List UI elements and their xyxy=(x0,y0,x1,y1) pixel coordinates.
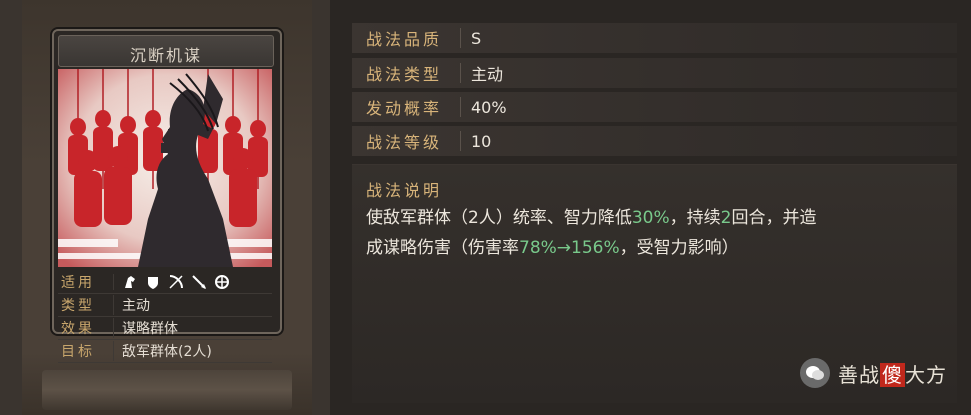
desc-highlight: 2 xyxy=(720,208,732,228)
description-line-2: 成谋略伤害（伤害率78%→156%，受智力影响） xyxy=(366,233,956,263)
watermark: 善战傻大方 xyxy=(800,358,947,388)
prop-label: 战法等级 xyxy=(366,133,443,152)
prop-value: S xyxy=(471,28,482,48)
tactic-artwork xyxy=(58,69,272,267)
prop-row-quality: 战法品质 S xyxy=(352,23,957,53)
wm-text-a: 善战 xyxy=(838,362,880,387)
tactic-card: 沉断机谋 适用 类型 主动 效果 谋略群体 目标 敌军群体(2人) xyxy=(52,29,282,363)
tactic-artwork-svg xyxy=(58,69,272,267)
prop-row-level: 战法等级 10 xyxy=(352,126,957,156)
card-title: 沉断机谋 xyxy=(129,46,202,65)
scroll-roll xyxy=(42,370,292,410)
spear-icon xyxy=(192,275,206,289)
card-title-bar: 沉断机谋 xyxy=(58,35,274,67)
card-row-value: 敌军群体(2人) xyxy=(113,341,272,361)
prop-label: 发动概率 xyxy=(366,99,443,118)
applicable-troop-icons xyxy=(113,274,272,290)
card-row-label: 效果 xyxy=(61,321,95,337)
desc-text-segment: ，持续 xyxy=(669,208,721,228)
card-row-target: 目标 敌军群体(2人) xyxy=(58,340,272,363)
desc-text-segment: ，受智力影响） xyxy=(619,238,739,258)
desc-highlight: 78%→156% xyxy=(519,238,620,258)
description-title: 战法说明 xyxy=(366,181,443,200)
card-row-effect: 效果 谋略群体 xyxy=(58,317,272,340)
description-line-1: 使敌军群体（2人）统率、智力降低30%，持续2回合，并造 xyxy=(366,203,956,233)
wechat-bubbles xyxy=(806,366,824,380)
card-row-label: 类型 xyxy=(61,298,95,314)
card-info-table: 适用 类型 主动 效果 谋略群体 目标 敌军群体(2人) xyxy=(58,271,272,363)
prop-row-probability: 发动概率 40% xyxy=(352,92,957,122)
prop-row-type: 战法类型 主动 xyxy=(352,58,957,88)
prop-label: 战法品质 xyxy=(366,30,443,49)
chariot-icon xyxy=(215,275,229,289)
card-row-applicable: 适用 xyxy=(58,271,272,294)
bow-icon xyxy=(169,275,183,289)
cavalry-icon xyxy=(125,276,135,288)
card-row-type: 类型 主动 xyxy=(58,294,272,317)
desc-text-segment: 成谋略伤害（伤害率 xyxy=(366,238,519,258)
desc-text-segment: 使敌军群体（2人）统率、智力降低 xyxy=(366,208,632,228)
card-row-value: 谋略群体 xyxy=(113,318,272,338)
prop-label: 战法类型 xyxy=(366,65,443,84)
prop-value: 40% xyxy=(471,97,507,117)
desc-text-segment: 回合，并造 xyxy=(731,208,817,228)
prop-value: 主动 xyxy=(471,65,504,84)
prop-value: 10 xyxy=(471,131,492,151)
card-row-label: 目标 xyxy=(61,344,95,360)
wm-text-b: 傻 xyxy=(880,362,905,387)
card-row-value: 主动 xyxy=(113,295,272,315)
desc-highlight: 30% xyxy=(631,208,670,228)
description-text: 使敌军群体（2人）统率、智力降低30%，持续2回合，并造 成谋略伤害（伤害率78… xyxy=(366,203,956,263)
tactic-detail-panel: 战法品质 S 战法类型 主动 发动概率 40% 战法等级 10 战法说明 使敌军… xyxy=(352,22,971,415)
wechat-icon xyxy=(800,358,830,388)
shield-icon xyxy=(148,277,158,289)
card-row-label: 适用 xyxy=(61,275,95,291)
watermark-text: 善战傻大方 xyxy=(838,359,947,388)
wm-text-c: 大方 xyxy=(905,362,947,387)
